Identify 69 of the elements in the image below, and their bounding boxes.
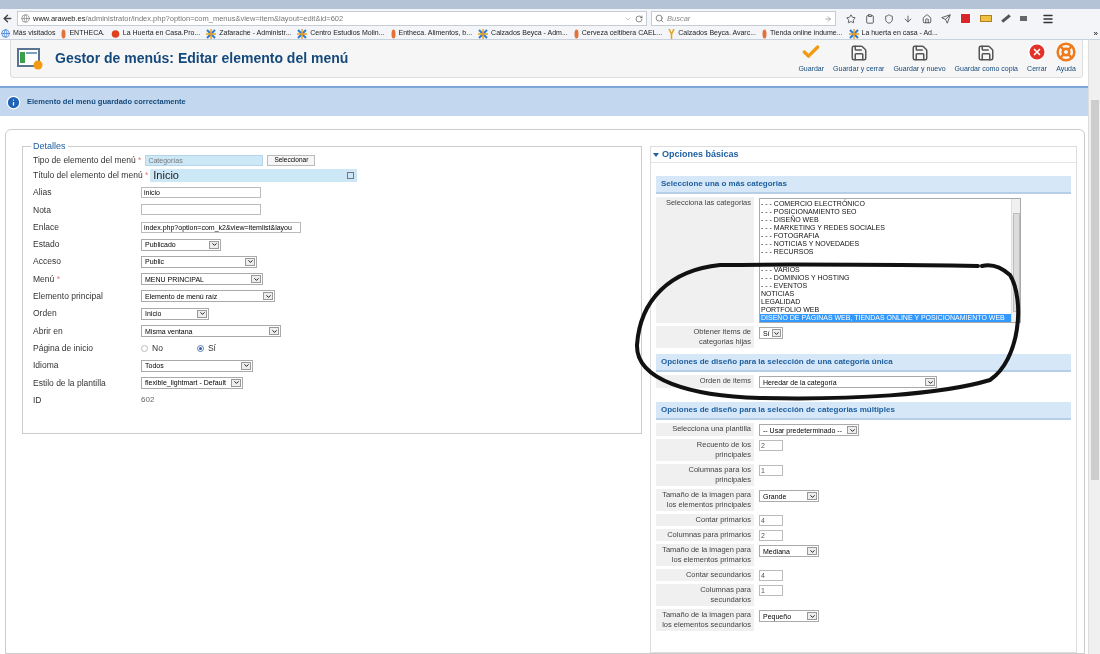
radio-label: Sí [207,341,216,355]
text-field[interactable] [141,204,261,216]
flame-icon [61,28,67,39]
field-label: Estilo de la plantilla [33,376,107,390]
toggle-icon[interactable] [347,172,355,179]
shield-icon[interactable] [884,13,894,24]
id-value: 602 [141,394,155,407]
flame-icon [573,28,579,39]
search-icon [655,14,664,23]
field-label: Estado [33,238,61,251]
flame-icon [390,28,396,39]
field-label: Idioma [33,359,60,372]
send-icon[interactable] [941,13,951,24]
lifebuoy-icon [1056,42,1076,63]
fork-icon [668,28,676,39]
apple-icon [110,29,120,38]
save-icon [910,44,929,63]
scrollbar[interactable] [1011,199,1020,322]
field-label: Orden [33,307,58,321]
radio-label: No [152,341,163,355]
save-icon [977,44,996,63]
field-label: Nota [33,203,52,217]
field-label: Alias [33,186,53,199]
category-listbox[interactable] [759,198,1021,323]
bookmarks-overflow[interactable]: » [1093,28,1098,39]
page-title: Gestor de menús: Editar elemento del menú [55,49,349,68]
caret-icon [808,492,816,500]
star-icon[interactable] [846,13,856,24]
section-header: Opciones de diseño para la selección de una categoria única [656,354,1071,372]
caret-icon [808,547,816,555]
caret-icon [232,379,240,387]
options-toggle[interactable]: Opciones básicas [651,147,1076,163]
caret-icon [926,378,934,386]
clipboard-icon[interactable] [865,13,875,24]
extension-icon[interactable] [960,13,971,24]
flame-icon [762,28,767,39]
field-label: Título del elemento del menú * [33,169,149,182]
menu-manager-icon [17,47,43,70]
globe-icon [1,29,10,38]
field-label: Página de inicio [33,341,94,355]
home-icon[interactable] [922,13,932,24]
caret-icon [848,426,856,434]
field-label: ID [33,393,43,407]
caret-icon [264,292,272,300]
field-label: Elemento principal [33,290,104,303]
reload-icon[interactable] [635,14,643,23]
save-icon [849,44,868,63]
section-header: Seleccione una o más categorias [656,176,1071,194]
info-icon [6,94,21,110]
back-icon[interactable] [2,13,13,24]
menu-icon[interactable] [1042,12,1054,25]
caret-icon [210,241,218,249]
globe-icon [21,14,30,23]
field-label: Enlace [33,220,60,234]
caret-icon [772,329,780,337]
title-field[interactable]: Inicio [150,169,358,182]
page-scrollbar[interactable] [1088,40,1100,654]
caret-icon [252,275,260,283]
section-header: Opciones de diseño para la selección de categorias múltiples [656,402,1071,420]
caret-icon [198,310,206,318]
field-label: Acceso [33,255,62,269]
field-label: Abrir en [33,324,64,338]
caret-icon [242,362,250,370]
caret-icon [270,327,278,335]
download-icon[interactable] [903,13,913,24]
caret-icon [246,258,254,266]
field-label: Menú * [33,272,61,286]
caret-icon [808,612,816,620]
field-label: Tipo de elemento del menú * [33,153,142,167]
